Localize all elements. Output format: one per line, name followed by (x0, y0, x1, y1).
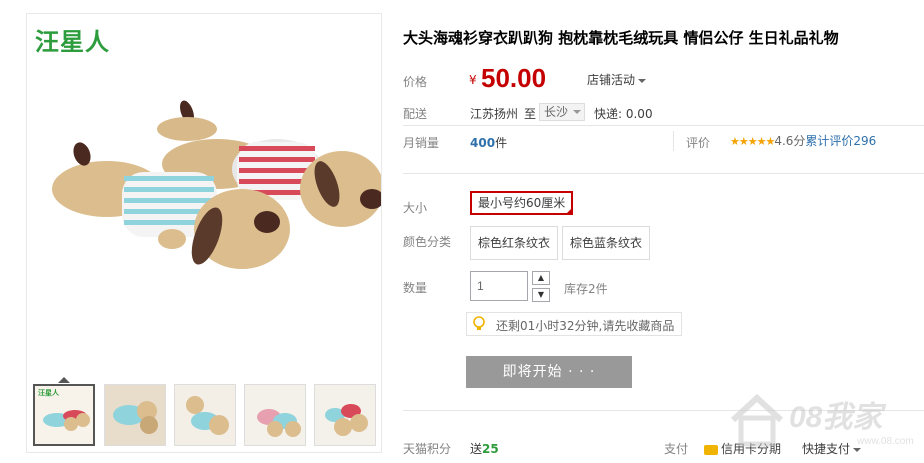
quantity-input[interactable]: 1 (470, 271, 528, 301)
shipping-origin: 江苏扬州 (470, 107, 519, 121)
thumbnail-2[interactable] (104, 384, 166, 446)
destination-value: 长沙 (544, 105, 569, 119)
thumbnail-image (105, 385, 165, 445)
destination-select[interactable]: 长沙 (539, 103, 585, 121)
watermark-url: www.08.com (857, 436, 914, 447)
price-currency: ¥ (469, 73, 477, 87)
price-value: 50.00 (481, 63, 547, 93)
thumbnail-4[interactable] (244, 384, 306, 446)
total-reviews-link[interactable]: 累计评价296 (805, 134, 876, 148)
color-option-blue-stripe[interactable]: 棕色蓝条纹衣 (562, 226, 651, 260)
stock-text: 库存2件 (564, 282, 608, 296)
monthly-sales-unit: 件 (495, 136, 508, 150)
lightbulb-icon (473, 316, 485, 330)
shipping-to: 至 (524, 107, 537, 121)
price-label: 价格 (403, 75, 428, 89)
monthly-sales-value: 400件 (470, 134, 507, 151)
thumbnail-1[interactable]: 汪星人 (33, 384, 95, 446)
size-option-selected[interactable]: 最小号约60厘米 ✓ (470, 191, 574, 215)
points-number: 25 (482, 442, 499, 456)
chevron-down-icon (573, 110, 581, 114)
shipping-fee: 快递: 0.00 (594, 107, 653, 121)
chevron-down-icon (638, 78, 647, 83)
product-gallery: 汪星人 汪星人 (26, 13, 382, 453)
check-icon: ✓ (566, 207, 572, 214)
thumbnail-image (175, 385, 235, 445)
countdown-tip-text: 还剩01小时32分钟,请先收藏商品 (496, 319, 675, 333)
rating-stars-icon: ★★★★★ (730, 135, 775, 148)
house-icon (730, 393, 784, 447)
tmall-points-label: 天猫积分 (403, 442, 452, 456)
plush-dogs-photo (52, 100, 381, 269)
main-product-image[interactable]: 汪星人 (27, 14, 381, 368)
thumbnail-image (245, 385, 305, 445)
rating-score: 4.6分 (774, 134, 806, 148)
tmall-points-value: 送25 (470, 440, 499, 457)
quantity-increase-button[interactable]: ▲ (532, 271, 550, 285)
countdown-tip: 还剩01小时32分钟,请先收藏商品 (466, 312, 682, 336)
color-label: 颜色分类 (403, 235, 452, 249)
quantity-decrease-button[interactable]: ▼ (532, 288, 550, 302)
store-promo-label: 店铺活动 (587, 73, 636, 87)
payment-label: 支付 (664, 442, 689, 456)
monthly-sales-count: 400 (470, 136, 496, 150)
quantity-label: 数量 (403, 281, 428, 295)
shipping-label: 配送 (403, 107, 428, 121)
rating-summary[interactable]: ★★★★★4.6分累计评价296 (730, 132, 876, 149)
thumbnail-logo: 汪星人 (38, 389, 59, 397)
points-prefix: 送 (470, 442, 483, 456)
color-option-label: 棕色蓝条纹衣 (570, 236, 643, 250)
watermark-text: 08我家 (789, 401, 883, 434)
thumbnail-5[interactable] (314, 384, 376, 446)
color-option-label: 棕色红条纹衣 (478, 236, 551, 250)
divider (403, 173, 924, 174)
thumbnail-pointer (58, 377, 70, 383)
divider (403, 125, 924, 126)
color-option-red-stripe[interactable]: 棕色红条纹衣 (470, 226, 559, 260)
thumbnail-3[interactable] (174, 384, 236, 446)
rating-label: 评价 (686, 136, 711, 150)
monthly-sales-label: 月销量 (403, 136, 440, 150)
product-title: 大头海魂衫穿衣趴趴狗 抱枕靠枕毛绒玩具 情侣公仔 生日礼品礼物 (403, 29, 839, 47)
coming-soon-button[interactable]: 即将开始 · · · (466, 356, 632, 388)
size-option-label: 最小号约60厘米 (478, 196, 566, 210)
credit-card-icon (704, 444, 718, 455)
size-label: 大小 (403, 201, 428, 215)
store-promo-dropdown[interactable]: 店铺活动 (587, 71, 647, 88)
site-watermark: 08我家 www.08.com (727, 378, 924, 463)
thumbnail-image (315, 385, 375, 445)
divider (673, 131, 674, 151)
